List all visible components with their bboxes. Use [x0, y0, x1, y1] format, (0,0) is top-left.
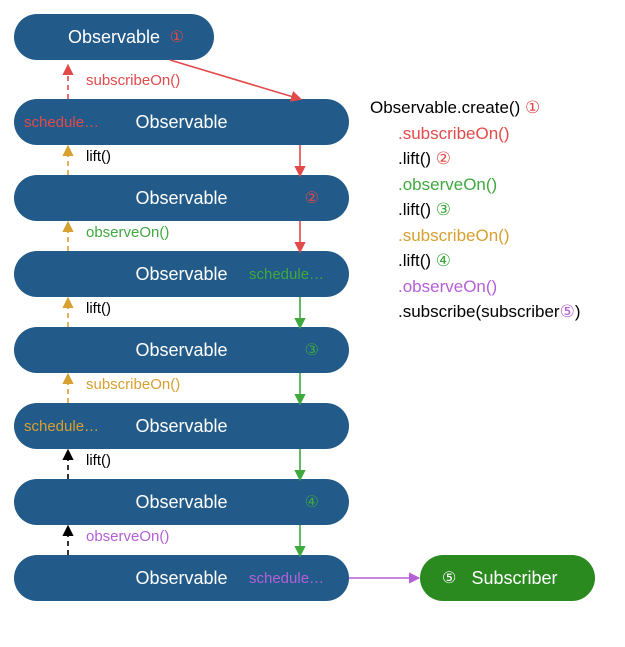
node-label: Subscriber	[471, 568, 557, 589]
schedule-text-red: schedule…	[24, 114, 99, 131]
edge-label-subscribeon-1: subscribeOn()	[86, 72, 180, 89]
observable-node-4: Observable schedule…	[14, 251, 349, 297]
observable-node-7: Observable ④	[14, 479, 349, 525]
edge-label-lift-3: lift()	[86, 452, 111, 469]
edge-label-observeon-1: observeOn()	[86, 224, 169, 241]
observable-node-8: Observable schedule…	[14, 555, 349, 601]
node-label: Observable	[135, 416, 227, 437]
code-line-lift-2: .lift() ③	[370, 197, 620, 223]
code-line-lift-3: .lift() ④	[370, 248, 620, 274]
observable-node-3: Observable ②	[14, 175, 349, 221]
code-line-lift-1: .lift() ②	[370, 146, 620, 172]
code-line-subscribeon-2: .subscribeOn()	[370, 223, 620, 249]
node-label: Observable	[135, 568, 227, 589]
node-label: Observable	[135, 188, 227, 209]
code-line-subscribe: .subscribe(subscriber⑤)	[370, 299, 620, 325]
badge-5: ⑤	[442, 568, 456, 588]
node-label: Observable	[135, 340, 227, 361]
node-label: Observable	[135, 264, 227, 285]
observable-node-6: Observable schedule…	[14, 403, 349, 449]
badge-2: ②	[305, 188, 319, 208]
edge-label-lift-2: lift()	[86, 300, 111, 317]
schedule-text-purple: schedule…	[249, 570, 324, 587]
code-line-observeon-1: .observeOn()	[370, 172, 620, 198]
subscriber-node: ⑤ Subscriber	[420, 555, 595, 601]
node-label: Observable	[135, 112, 227, 133]
edge-label-observeon-2: observeOn()	[86, 528, 169, 545]
code-line-observeon-2: .observeOn()	[370, 274, 620, 300]
code-line-create: Observable.create() ①	[370, 95, 620, 121]
badge-3: ③	[305, 340, 319, 360]
node-label: Observable	[135, 492, 227, 513]
edge-label-subscribeon-2: subscribeOn()	[86, 376, 180, 393]
badge-4: ④	[305, 492, 319, 512]
observable-node-1: Observable ①	[14, 14, 214, 60]
code-listing: Observable.create() ① .subscribeOn() .li…	[370, 95, 620, 325]
observable-node-2: Observable schedule…	[14, 99, 349, 145]
diagram-canvas: Observable ① Observable schedule… Observ…	[0, 0, 625, 647]
schedule-text-gold: schedule…	[24, 418, 99, 435]
edge-label-lift-1: lift()	[86, 148, 111, 165]
code-line-subscribeon-1: .subscribeOn()	[370, 121, 620, 147]
badge-1: ①	[170, 27, 184, 47]
node-label: Observable	[68, 27, 160, 48]
schedule-text-green: schedule…	[249, 266, 324, 283]
observable-node-5: Observable ③	[14, 327, 349, 373]
